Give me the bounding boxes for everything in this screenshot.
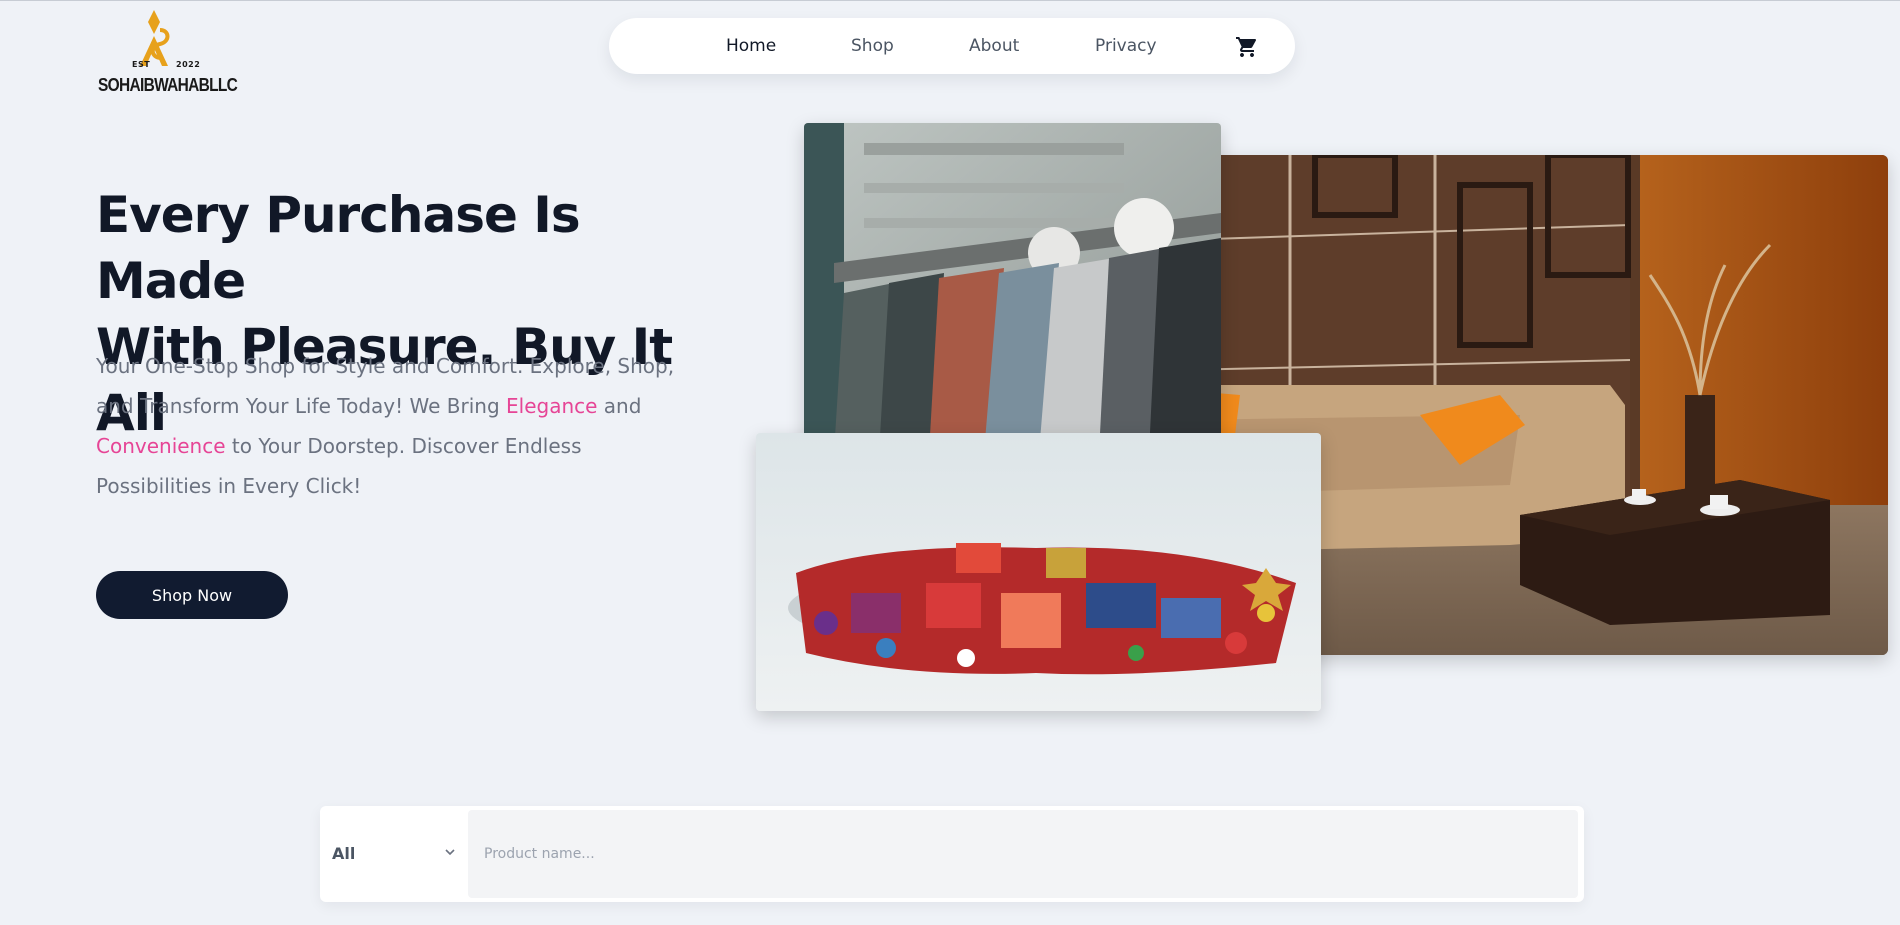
hero-description: Your One-Stop Shop for Style and Comfort… [96,346,686,506]
shop-now-button[interactable]: Shop Now [96,571,288,619]
product-search-bar: All [320,806,1584,902]
chevron-down-icon [445,849,455,856]
hero-title-line1: Every Purchase Is Made [96,186,581,310]
nav-home[interactable]: Home [726,36,776,56]
nav-about[interactable]: About [969,36,1019,56]
category-selected-value: All [332,844,356,863]
shopping-cart-icon[interactable] [1235,35,1259,59]
highlight-elegance: Elegance [506,394,598,418]
top-border [0,0,1900,1]
logo-wordmark: SOHAIBWAHABLLC [98,75,238,95]
hero-text-part2: and [597,394,642,418]
nav-shop[interactable]: Shop [851,36,894,56]
nav-privacy[interactable]: Privacy [1095,36,1157,56]
category-select[interactable]: All [320,806,468,902]
clothing-rack-image [804,123,1221,453]
logo-est-label: EST [132,60,151,69]
product-name-input[interactable] [468,810,1578,898]
brand-logo[interactable]: EST 2022 SOHAIBWAHABLLC [96,8,238,98]
logo-est-year: 2022 [176,60,201,69]
gifts-toys-image [756,433,1321,711]
highlight-convenience: Convenience [96,434,226,458]
main-nav: Home Shop About Privacy [609,18,1295,74]
